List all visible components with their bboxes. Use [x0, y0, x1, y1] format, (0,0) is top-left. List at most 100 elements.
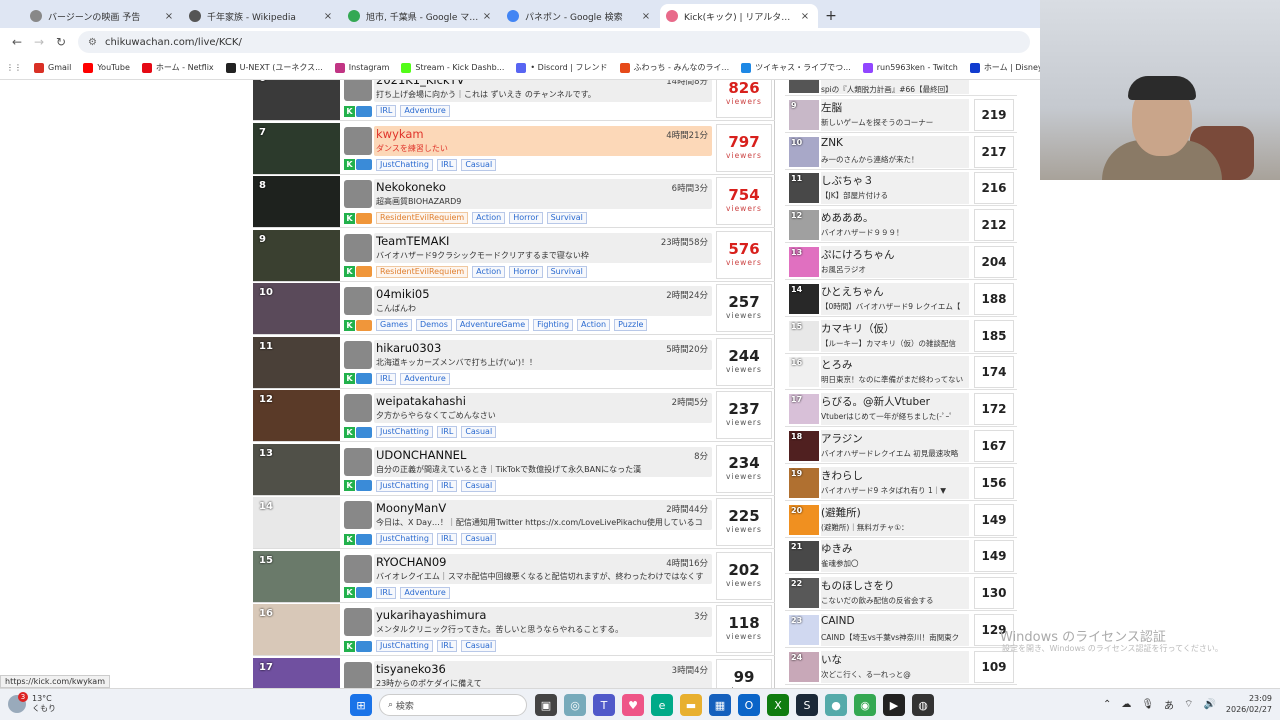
category-tag[interactable]: Casual: [461, 426, 497, 438]
side-streamer-name[interactable]: 左脳: [821, 100, 842, 115]
streamer-name[interactable]: RYOCHAN09: [376, 555, 446, 569]
side-ranking-row[interactable]: 17 らびる。@新人Vtuber Vtuberはじめて一年が経ちました(-ﾟｰﾟ 17…: [785, 391, 1017, 428]
side-stream-info[interactable]: 左脳 新しいゲームを探そうのコーナー: [821, 98, 969, 131]
streamer-avatar[interactable]: [344, 608, 372, 636]
bookmark-item[interactable]: U-NEXT (ユーネクス...: [225, 62, 323, 73]
ranking-row[interactable]: 9 TeamTEMAKI バイオハザード9クラシックモードクリアするまで寝ない枠 23…: [253, 229, 775, 282]
back-icon[interactable]: ←: [6, 35, 28, 49]
side-streamer-name[interactable]: ひとえちゃん: [821, 284, 884, 299]
stream-info[interactable]: kwykam ダンスを練習したい 4時間21分: [374, 125, 712, 156]
stream-info[interactable]: 04miki05 こんばんわ 2時間24分: [374, 286, 712, 316]
speaker-icon[interactable]: 🔊: [1203, 699, 1215, 710]
side-avatar[interactable]: 17: [789, 394, 819, 425]
streamer-name[interactable]: yukarihayashimura: [376, 608, 486, 622]
streamer-name[interactable]: weipatakahashi: [376, 394, 466, 408]
stream-info[interactable]: 2021K1_KickTV 打ち上げ会場に向かう｜これは ずいえき のチャンネルで…: [374, 80, 712, 102]
stream-info[interactable]: Nekokoneko 超高画質BIOHAZARD9 6時間3分: [374, 179, 712, 209]
bookmark-item[interactable]: Stream - Kick Dashb...: [401, 62, 504, 73]
side-streamer-name[interactable]: アラジン: [821, 431, 863, 446]
bookmark-item[interactable]: YouTube: [83, 62, 130, 73]
category-tag[interactable]: Horror: [509, 265, 543, 278]
side-ranking-row[interactable]: 21 ゆきみ 雀魂参加〇 149: [785, 538, 1017, 575]
streamer-avatar[interactable]: [344, 287, 372, 315]
category-tag[interactable]: JustChatting: [376, 426, 433, 438]
side-stream-info[interactable]: めあああ。 バイオハザード９９９！: [821, 209, 969, 242]
forward-icon[interactable]: →: [28, 35, 50, 49]
category-tag[interactable]: JustChatting: [376, 158, 433, 171]
stream-thumbnail[interactable]: 10: [253, 283, 340, 334]
streamer-avatar[interactable]: [344, 180, 372, 208]
side-avatar[interactable]: 9: [789, 99, 819, 130]
taskbar-search[interactable]: ⌕ 検索: [379, 694, 527, 716]
side-streamer-name[interactable]: ゆきみ: [821, 541, 853, 556]
stream-thumbnail[interactable]: 7: [253, 122, 340, 174]
category-tag[interactable]: Casual: [461, 479, 497, 492]
side-stream-info[interactable]: CAIND CAIND【埼玉vs千葉vs神奈川！南関東ク: [821, 614, 969, 646]
side-streamer-name[interactable]: めあああ。: [821, 210, 874, 225]
category-tag[interactable]: Adventure: [400, 372, 450, 385]
side-ranking-row[interactable]: 16 とろみ 明日東京！なのに準備がまだ終わってない 174: [785, 354, 1017, 391]
category-tag[interactable]: JustChatting: [376, 640, 433, 652]
bookmark-item[interactable]: Gmail: [34, 62, 71, 73]
streamer-name[interactable]: hikaru0303: [376, 341, 441, 355]
side-ranking-row[interactable]: 19 きわらし バイオハザード9 ネタばれ有り 1｜▼ 156: [785, 465, 1017, 501]
app2-icon[interactable]: ●: [825, 694, 847, 716]
stream-thumbnail[interactable]: 17: [253, 657, 340, 688]
ranking-row[interactable]: 6 2021K1_KickTV 打ち上げ会場に向かう｜これは ずいえき のチャンネル…: [253, 80, 775, 121]
side-avatar[interactable]: 19: [789, 467, 819, 498]
streamer-avatar[interactable]: [344, 554, 372, 583]
stream-thumbnail[interactable]: 13: [253, 443, 340, 495]
category-tag[interactable]: Puzzle: [614, 319, 648, 331]
ranking-row[interactable]: 16 yukarihayashimura メンタルクリニック行ってきた。苦しいと思う…: [253, 603, 775, 656]
stream-info[interactable]: MoonyManV 今日は、X Day…！｜配信通知用Twitter https:…: [374, 500, 712, 530]
stream-thumbnail[interactable]: 9: [253, 229, 340, 281]
side-stream-info[interactable]: ZNK み一のさんから連絡が来た！: [821, 135, 969, 168]
ime-indicator[interactable]: あ: [1164, 697, 1174, 712]
browser-tab[interactable]: バージーンの映画 予告 ×: [24, 4, 182, 28]
side-ranking-row[interactable]: 9 左脳 新しいゲームを探そうのコーナー 219: [785, 97, 1017, 133]
teams-icon[interactable]: T: [593, 694, 615, 716]
side-stream-info[interactable]: いな 次どこ行く、る一れっと@: [821, 650, 969, 683]
stream-thumbnail[interactable]: 15: [253, 550, 340, 602]
stream-info[interactable]: UDONCHANNEL 自分の正義が間違えているとき｜TikTokで数億投げて永久…: [374, 446, 712, 477]
streamer-name[interactable]: 04miki05: [376, 287, 430, 301]
reload-icon[interactable]: ↻: [50, 35, 72, 49]
close-icon[interactable]: ×: [798, 11, 812, 22]
category-tag[interactable]: IRL: [376, 105, 397, 117]
side-streamer-name[interactable]: きわらし: [821, 468, 863, 483]
side-ranking-row[interactable]: 24 いな 次どこ行く、る一れっと@ 109: [785, 649, 1017, 685]
mic-icon[interactable]: 🎙: [1141, 699, 1154, 710]
side-avatar[interactable]: 10: [789, 136, 819, 167]
weather-widget[interactable]: 3 13°C くもり: [8, 692, 56, 714]
close-icon[interactable]: ×: [321, 11, 335, 22]
side-ranking-row[interactable]: 13 ぷにけろちゃん お風呂ラジオ 204: [785, 244, 1017, 280]
stream-info[interactable]: yukarihayashimura メンタルクリニック行ってきた。苦しいと思うなら…: [374, 607, 712, 637]
streamer-avatar[interactable]: [344, 394, 372, 422]
stream-info[interactable]: hikaru0303 北海道キッカーズメンバで打ち上げ('ω')！！ 5時間20分: [374, 339, 712, 370]
side-streamer-name[interactable]: しぶちゃ３: [821, 173, 874, 188]
side-streamer-name[interactable]: とろみ: [821, 357, 853, 372]
category-tag[interactable]: IRL: [436, 158, 458, 171]
streamer-name[interactable]: MoonyManV: [376, 501, 446, 515]
side-stream-info[interactable]: ひとえちゃん 【0時間】バイオハザード9 レクイエム【: [821, 282, 969, 315]
side-streamer-name[interactable]: ものほしさをり: [821, 578, 895, 593]
side-ranking-row[interactable]: 10 ZNK み一のさんから連絡が来た！ 217: [785, 134, 1017, 170]
browser-tab[interactable]: パネポン - Google 検索 ×: [501, 4, 659, 28]
category-tag[interactable]: Demos: [415, 319, 452, 331]
stream-thumbnail[interactable]: 6: [253, 80, 340, 120]
side-streamer-name[interactable]: ZNK: [821, 137, 843, 149]
close-icon[interactable]: ×: [162, 11, 176, 22]
streamer-name[interactable]: Nekokoneko: [376, 180, 446, 194]
side-avatar[interactable]: 20: [789, 504, 819, 535]
site-info-icon[interactable]: ⚙: [88, 37, 97, 48]
cloud-icon[interactable]: ☁: [1121, 699, 1131, 710]
side-ranking-row[interactable]: 18 アラジン バイオハザードレクイエム 初見最速攻略 167: [785, 428, 1017, 464]
side-avatar[interactable]: [789, 80, 819, 93]
steam-icon[interactable]: S: [796, 694, 818, 716]
streamer-avatar[interactable]: [344, 661, 372, 688]
side-avatar[interactable]: 16: [789, 357, 819, 388]
close-icon[interactable]: ×: [639, 11, 653, 22]
copilot-icon[interactable]: ◎: [564, 694, 586, 716]
side-ranking-row[interactable]: 14 ひとえちゃん 【0時間】バイオハザード9 レクイエム【 188: [785, 281, 1017, 317]
streamer-avatar[interactable]: [344, 501, 372, 529]
